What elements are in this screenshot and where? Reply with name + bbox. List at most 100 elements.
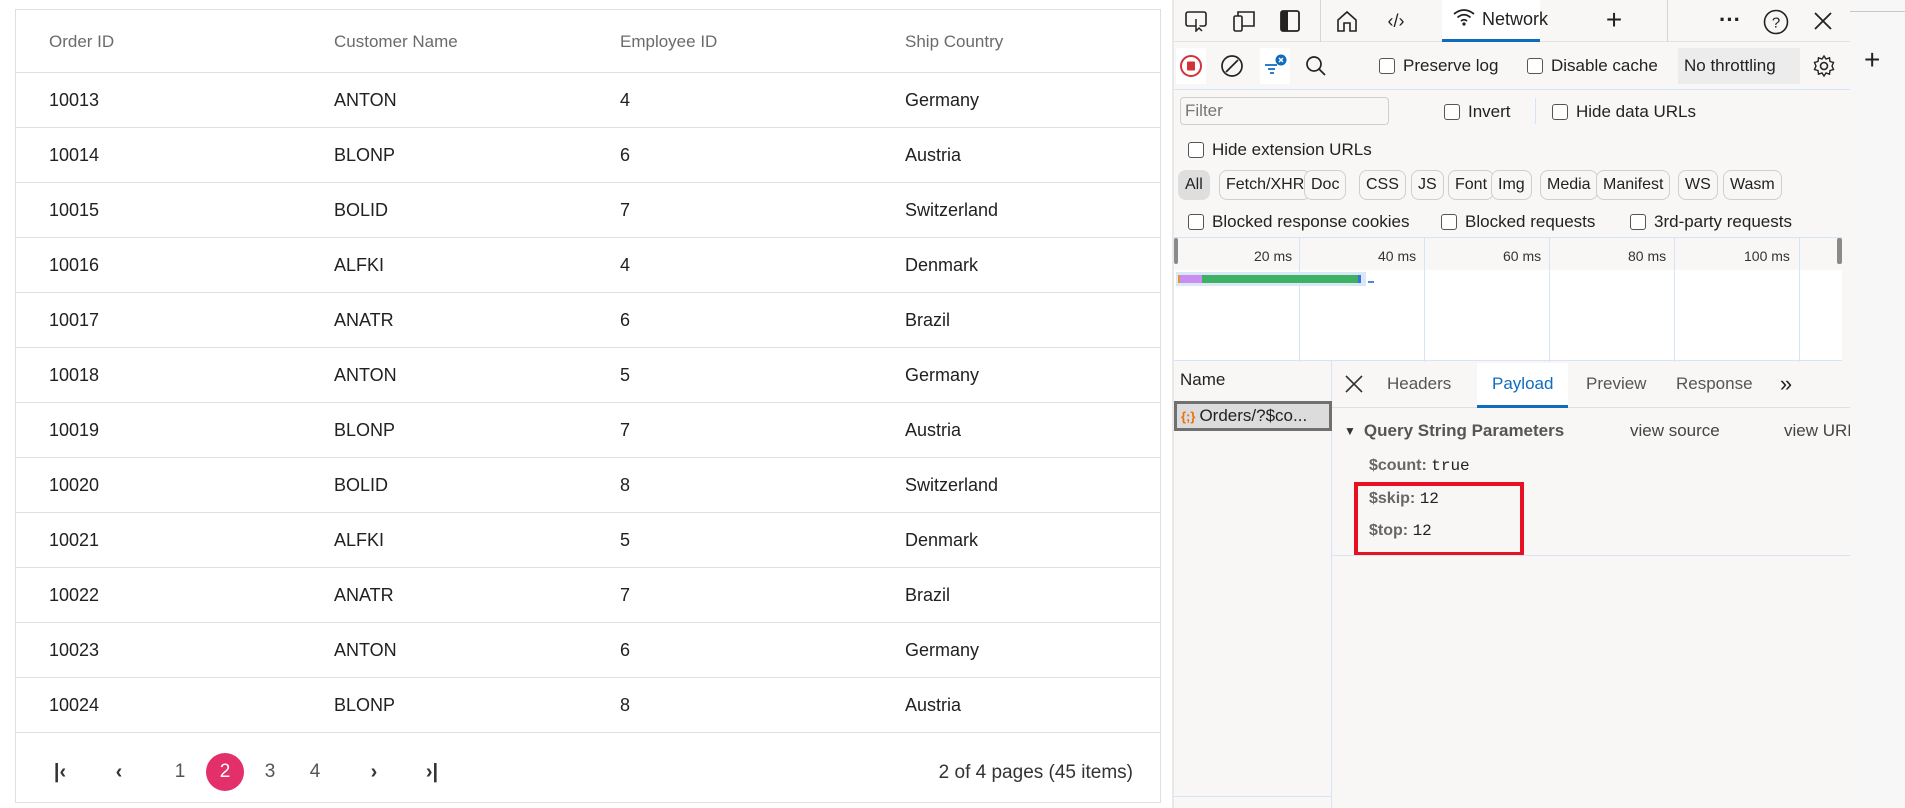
view-url-link[interactable]: view URL xyxy=(1784,421,1850,441)
type-filter-doc[interactable]: Doc xyxy=(1304,170,1347,200)
timeline-tick: 80 ms xyxy=(1628,248,1667,264)
welcome-home-icon[interactable] xyxy=(1334,8,1360,34)
settings-gear-icon[interactable] xyxy=(1810,52,1838,80)
customer-name-cell: BOLID xyxy=(334,475,389,495)
timeline-left-handle[interactable] xyxy=(1174,238,1178,264)
device-emulation-icon[interactable] xyxy=(1231,8,1257,34)
page-button-3[interactable]: 3 xyxy=(251,753,289,791)
filter-active-icon[interactable] xyxy=(1260,48,1290,84)
preserve-log-checkbox[interactable]: Preserve log xyxy=(1379,56,1498,76)
column-header-customer-name[interactable]: Customer Name xyxy=(334,32,458,52)
filter-input[interactable] xyxy=(1180,97,1389,125)
checkbox-box[interactable] xyxy=(1379,58,1395,74)
blocked-requests-checkbox[interactable]: Blocked requests xyxy=(1441,212,1595,232)
record-stop-icon[interactable] xyxy=(1176,48,1206,84)
table-row[interactable]: 10023 ANTON 6 Germany xyxy=(16,623,1160,678)
page-button-1[interactable]: 1 xyxy=(161,753,199,791)
devtools-tab-bar: ‹/› Network + ··· ? xyxy=(1174,0,1850,42)
table-row[interactable]: 10013 ANTON 4 Germany xyxy=(16,73,1160,128)
column-header-employee-id[interactable]: Employee ID xyxy=(620,32,717,52)
first-page-button[interactable]: |‹ xyxy=(41,753,79,791)
table-row[interactable]: 10015 BOLID 7 Switzerland xyxy=(16,183,1160,238)
table-row[interactable]: 10018 ANTON 5 Germany xyxy=(16,348,1160,403)
type-filter-js[interactable]: JS xyxy=(1411,170,1444,200)
checkbox-box[interactable] xyxy=(1527,58,1543,74)
checkbox-box[interactable] xyxy=(1188,142,1204,158)
tab-response[interactable]: Response xyxy=(1676,374,1753,394)
table-row[interactable]: 10019 BLONP 7 Austria xyxy=(16,403,1160,458)
column-header-order-id[interactable]: Order ID xyxy=(49,32,114,52)
hide-data-urls-checkbox[interactable]: Hide data URLs xyxy=(1552,102,1696,122)
throttling-select[interactable]: No throttling xyxy=(1678,48,1800,84)
timeline-right-handle[interactable] xyxy=(1837,238,1842,264)
order-id-cell: 10020 xyxy=(49,475,100,495)
blocked-response-cookies-checkbox[interactable]: Blocked response cookies xyxy=(1188,212,1410,232)
requests-name-column: Name {;} Orders/?$co... xyxy=(1174,360,1332,808)
query-string-section-header[interactable]: ▼ Query String Parameters xyxy=(1344,421,1564,441)
add-tab-icon[interactable]: + xyxy=(1600,4,1628,35)
type-filter-wasm[interactable]: Wasm xyxy=(1723,170,1782,200)
tab-payload[interactable]: Payload xyxy=(1492,374,1553,394)
table-row[interactable]: 10014 BLONP 6 Austria xyxy=(16,128,1160,183)
tab-headers[interactable]: Headers xyxy=(1387,374,1451,394)
order-id-cell: 10015 xyxy=(49,200,100,220)
type-filter-css[interactable]: CSS xyxy=(1359,170,1406,200)
type-filter-img[interactable]: Img xyxy=(1491,170,1532,200)
invert-checkbox[interactable]: Invert xyxy=(1444,102,1511,122)
type-filter-all[interactable]: All xyxy=(1178,170,1210,200)
type-filter-media[interactable]: Media xyxy=(1540,170,1598,200)
table-row[interactable]: 10016 ALFKI 4 Denmark xyxy=(16,238,1160,293)
close-detail-icon[interactable] xyxy=(1342,372,1366,396)
dock-side-icon[interactable] xyxy=(1277,8,1303,34)
clear-icon[interactable] xyxy=(1218,52,1246,80)
order-id-cell: 10017 xyxy=(49,310,100,330)
add-panel-icon[interactable]: + xyxy=(1864,44,1880,76)
type-filter-font[interactable]: Font xyxy=(1448,170,1495,200)
page-button-2-current[interactable]: 2 xyxy=(206,753,244,791)
type-filter-fetch-xhr[interactable]: Fetch/XHR xyxy=(1219,170,1312,200)
network-toolbar: Preserve log Disable cache No throttling xyxy=(1174,42,1850,90)
checkbox-box[interactable] xyxy=(1188,214,1204,230)
checkbox-box[interactable] xyxy=(1552,104,1568,120)
page-button-4[interactable]: 4 xyxy=(296,753,334,791)
table-row[interactable]: 10017 ANATR 6 Brazil xyxy=(16,293,1160,348)
disable-cache-checkbox[interactable]: Disable cache xyxy=(1527,56,1658,76)
side-strip: + xyxy=(1850,0,1905,808)
view-source-link[interactable]: view source xyxy=(1630,421,1720,441)
column-header-ship-country[interactable]: Ship Country xyxy=(905,32,1003,52)
more-tabs-chevron-icon[interactable]: » xyxy=(1774,371,1798,396)
next-page-button[interactable]: › xyxy=(355,753,393,791)
table-row[interactable]: 10022 ANATR 7 Brazil xyxy=(16,568,1160,623)
close-devtools-icon[interactable] xyxy=(1810,8,1836,34)
name-column-header[interactable]: Name xyxy=(1180,370,1225,390)
table-row[interactable]: 10021 ALFKI 5 Denmark xyxy=(16,513,1160,568)
ship-country-cell: Switzerland xyxy=(905,475,999,495)
prev-page-button[interactable]: ‹ xyxy=(100,753,138,791)
hide-extension-urls-checkbox[interactable]: Hide extension URLs xyxy=(1188,140,1372,160)
tab-network[interactable]: Network xyxy=(1442,0,1548,42)
more-menu-icon[interactable]: ··· xyxy=(1716,6,1744,34)
name-col-footer-line xyxy=(1174,796,1332,797)
checkbox-box[interactable] xyxy=(1630,214,1646,230)
last-page-button[interactable]: ›| xyxy=(413,753,451,791)
type-filter-manifest[interactable]: Manifest xyxy=(1596,170,1671,200)
request-detail-pane: Headers Payload Preview Response » ▼ Que… xyxy=(1332,360,1850,808)
type-filter-ws[interactable]: WS xyxy=(1678,170,1718,200)
request-row[interactable]: {;} Orders/?$co... xyxy=(1174,401,1332,431)
checkbox-box[interactable] xyxy=(1441,214,1457,230)
search-icon[interactable] xyxy=(1302,52,1330,80)
checkbox-box[interactable] xyxy=(1444,104,1460,120)
order-id-cell: 10024 xyxy=(49,695,100,715)
table-row[interactable]: 10024 BLONP 8 Austria xyxy=(16,678,1160,733)
order-id-cell: 10018 xyxy=(49,365,100,385)
inspect-element-icon[interactable] xyxy=(1184,8,1210,34)
elements-code-icon[interactable]: ‹/› xyxy=(1381,8,1411,34)
third-party-requests-checkbox[interactable]: 3rd-party requests xyxy=(1630,212,1792,232)
next-page-icon: › xyxy=(370,761,378,783)
help-icon[interactable]: ? xyxy=(1762,8,1790,36)
customer-name-cell: BLONP xyxy=(334,420,396,440)
order-id-cell: 10019 xyxy=(49,420,100,440)
table-row[interactable]: 10020 BOLID 8 Switzerland xyxy=(16,458,1160,513)
tab-preview[interactable]: Preview xyxy=(1586,374,1646,394)
network-overview-timeline[interactable]: 20 ms 40 ms 60 ms 80 ms 100 ms xyxy=(1174,237,1842,362)
